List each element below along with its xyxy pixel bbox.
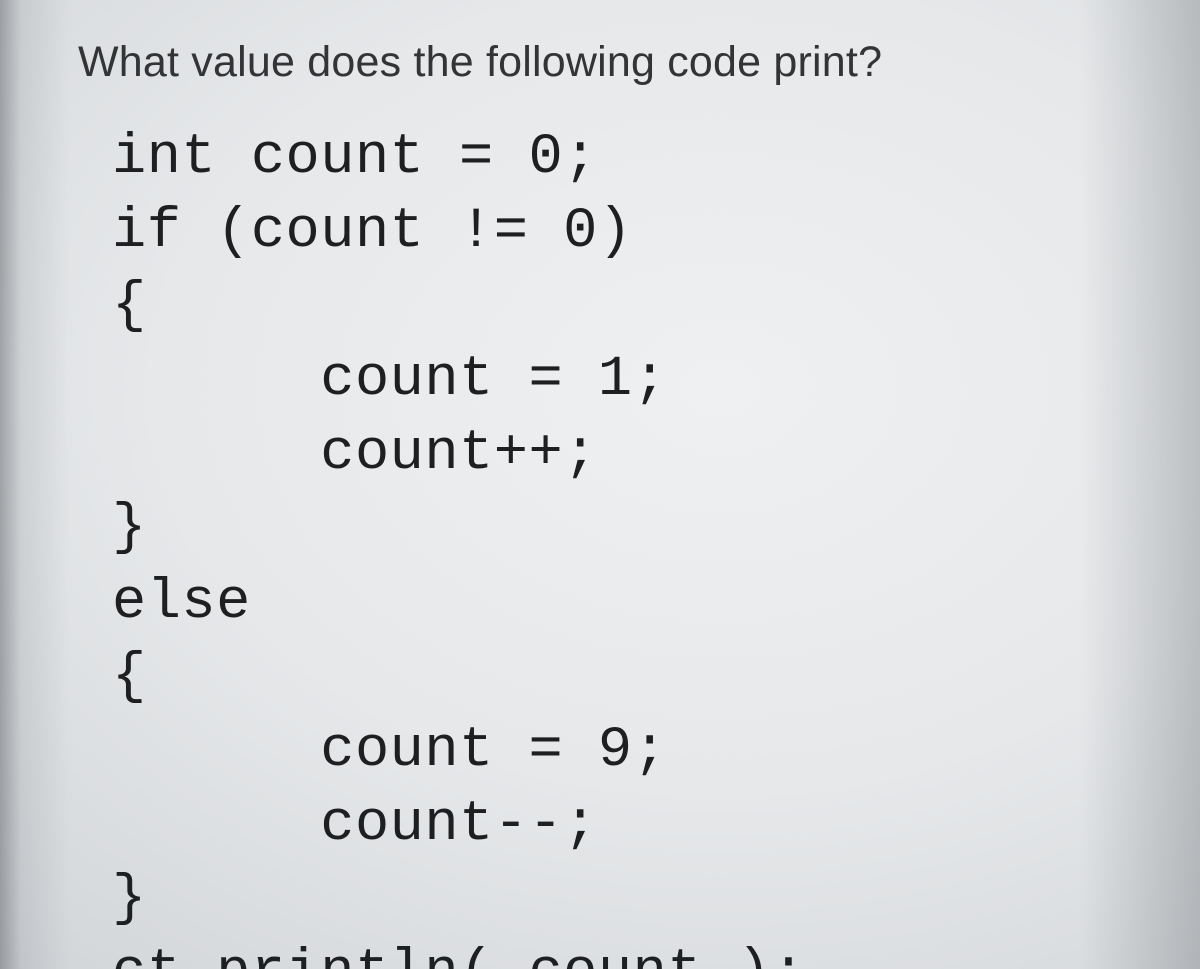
code-line-4: count = 1; [112, 348, 667, 412]
code-line-3: { [112, 274, 147, 338]
code-line-5: count++; [112, 422, 598, 486]
code-line-10: count--; [112, 793, 598, 857]
code-line-2: if (count != 0) [112, 200, 633, 264]
code-line-8: { [112, 645, 147, 709]
question-block: What value does the following code print… [0, 0, 1200, 969]
code-line-7: else [112, 571, 251, 635]
code-snippet: int count = 0; if (count != 0) { count =… [78, 121, 1160, 969]
question-text: What value does the following code print… [78, 38, 1160, 87]
code-line-6: } [112, 496, 147, 560]
code-line-1: int count = 0; [112, 126, 598, 190]
code-line-12: ct.println( count ); [112, 941, 806, 969]
code-line-9: count = 9; [112, 719, 667, 783]
code-line-11: } [112, 867, 147, 931]
